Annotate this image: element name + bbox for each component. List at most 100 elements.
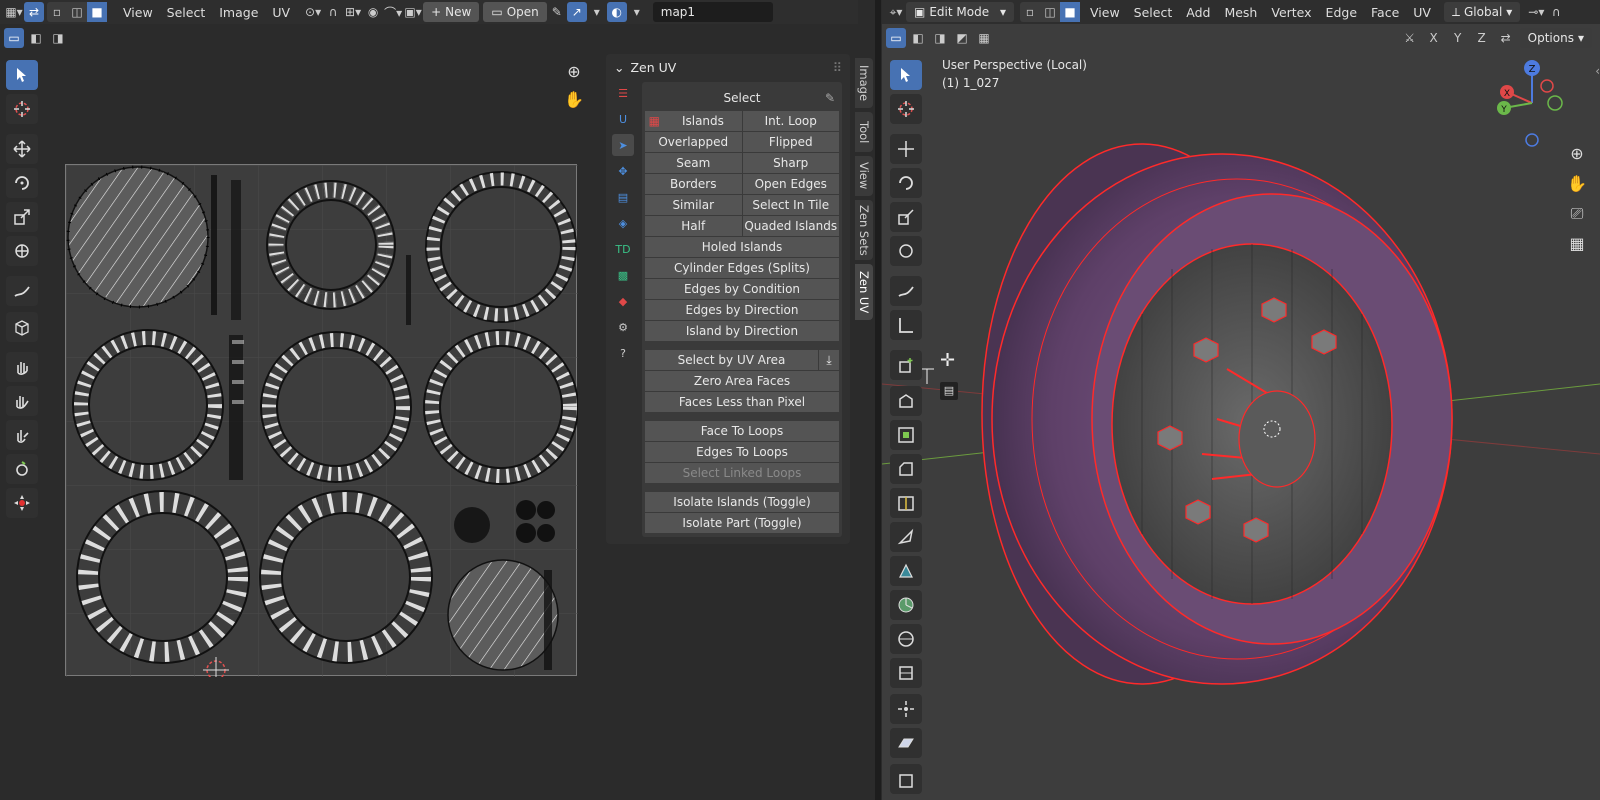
select-mode-new-icon[interactable]: ▭ xyxy=(4,28,24,48)
gizmo-neg-y-axis[interactable] xyxy=(1547,95,1563,111)
uv-sync-icon[interactable]: ⇄ xyxy=(24,2,44,22)
vp-scale-tool[interactable] xyxy=(890,202,922,232)
vp-menu-vertex[interactable]: Vertex xyxy=(1264,5,1318,20)
uv-menu-uv[interactable]: UV xyxy=(265,5,297,20)
pivot-icon[interactable]: ⊙▾ xyxy=(303,2,323,22)
falloff-icon[interactable]: ⌒▾ xyxy=(383,2,403,22)
tab-zen-sets[interactable]: Zen Sets xyxy=(855,200,873,260)
zen-stack-icon[interactable]: ◆ xyxy=(612,290,634,312)
select-seam-button[interactable]: Seam xyxy=(645,153,742,173)
zen-checker-icon[interactable]: ▩ xyxy=(612,264,634,286)
vp-rip-region-tool[interactable] xyxy=(890,764,922,794)
open-image-button[interactable]: ▭ Open xyxy=(483,2,547,22)
pivot-point-icon[interactable]: ⊸▾ xyxy=(1526,2,1546,22)
collapse-chevron-icon[interactable]: ⌄ xyxy=(614,60,624,75)
sidebar-toggle-icon[interactable]: ‹ xyxy=(1595,64,1600,78)
vp-menu-add[interactable]: Add xyxy=(1179,5,1217,20)
vp-menu-view[interactable]: View xyxy=(1083,5,1127,20)
vp-spin-tool[interactable] xyxy=(890,590,922,620)
select-island-by-direction-button[interactable]: Island by Direction xyxy=(645,321,839,341)
edges-to-loops-button[interactable]: Edges To Loops xyxy=(645,442,839,462)
select-mode-extend-icon[interactable]: ◧ xyxy=(26,28,46,48)
select-zero-area-faces-button[interactable]: Zero Area Faces xyxy=(645,371,839,391)
face-to-loops-button[interactable]: Face To Loops xyxy=(645,421,839,441)
select-flipped-button[interactable]: Flipped xyxy=(742,132,839,152)
zen-transform-icon[interactable]: ✥ xyxy=(612,160,634,182)
transform-tool[interactable] xyxy=(6,236,38,266)
select-faces-less-than-pixel-button[interactable]: Faces Less than Pixel xyxy=(645,392,839,412)
vp-select-box-tool[interactable] xyxy=(890,60,922,90)
select-by-uv-area-button[interactable]: Select by UV Area xyxy=(645,350,818,370)
mini-panel-icon[interactable]: ▤ xyxy=(940,382,958,400)
vp-transform-tool[interactable] xyxy=(890,236,922,266)
mode-dropdown[interactable]: ▣ Edit Mode ▾ xyxy=(906,2,1014,22)
rotate-tool[interactable] xyxy=(6,168,38,198)
vp-knife-tool[interactable] xyxy=(890,522,922,552)
vp-add-cube-tool[interactable] xyxy=(890,350,922,380)
new-image-button[interactable]: + New xyxy=(423,2,480,22)
select-holed-islands-button[interactable]: Holed Islands xyxy=(645,237,839,257)
area-divider[interactable] xyxy=(875,0,881,800)
snap-icon[interactable]: ∩ xyxy=(323,2,343,22)
select-linked-loops-button[interactable]: Select Linked Loops xyxy=(645,463,839,483)
select-mode-subtract-icon[interactable]: ◨ xyxy=(48,28,68,48)
select-overlapped-button[interactable]: Overlapped xyxy=(645,132,742,152)
uv-menu-image[interactable]: Image xyxy=(212,5,265,20)
viewport-snap-icon[interactable]: ∩ xyxy=(1546,2,1566,22)
overlays-icon[interactable]: ◐ xyxy=(606,2,627,22)
uv-mapping-icon[interactable]: ↗ xyxy=(566,2,587,22)
select-cylinder-edges-button[interactable]: Cylinder Edges (Splits) xyxy=(645,258,839,278)
tab-image[interactable]: Image xyxy=(855,58,873,108)
select-in-tile-button[interactable]: Select In Tile xyxy=(742,195,839,215)
zen-panel-header[interactable]: ⌄ Zen UV ⠿ xyxy=(606,54,850,80)
zen-select-icon[interactable]: ➤ xyxy=(612,134,634,156)
uv-area-download-icon[interactable]: ⤓ xyxy=(819,350,839,370)
image-browse-icon[interactable]: ▣▾ xyxy=(403,2,423,22)
image-name-field[interactable]: map1 xyxy=(652,2,773,22)
vp-shear-tool[interactable] xyxy=(890,728,922,758)
vp-bevel-tool[interactable] xyxy=(890,454,922,484)
edge-mode-icon[interactable]: ◫ xyxy=(1040,2,1060,22)
vp-loop-cut-tool[interactable] xyxy=(890,488,922,518)
zen-settings-gear-icon[interactable]: ⚙ xyxy=(612,316,634,338)
pinch-tool[interactable] xyxy=(6,420,38,450)
tab-zen-uv[interactable]: Zen UV xyxy=(855,264,873,320)
gizmo-neg-z-axis[interactable] xyxy=(1525,133,1539,147)
annotate-tool[interactable] xyxy=(6,276,38,306)
navigation-gizmo[interactable]: Z X Y xyxy=(1492,58,1572,148)
vp-pan-icon[interactable]: ✋ xyxy=(1566,174,1588,193)
zen-pack-icon[interactable]: ▤ xyxy=(612,186,634,208)
vp-camera-icon[interactable]: ⎚ xyxy=(1566,204,1588,224)
cursor-tool[interactable] xyxy=(6,94,38,124)
zen-uv-tool[interactable] xyxy=(6,488,38,518)
vp-inset-tool[interactable] xyxy=(890,420,922,450)
relax-tool[interactable] xyxy=(6,386,38,416)
tab-tool[interactable]: Tool xyxy=(855,112,873,152)
vp-ortho-grid-icon[interactable]: ▦ xyxy=(1566,234,1588,253)
proportional-icon[interactable]: ◉ xyxy=(363,2,383,22)
isolate-part-toggle-button[interactable]: Isolate Part (Toggle) xyxy=(645,513,839,533)
vp-menu-edge[interactable]: Edge xyxy=(1319,5,1364,20)
select-half-button[interactable]: Half xyxy=(645,216,742,236)
rip-tool[interactable] xyxy=(6,312,38,342)
orientation-dropdown[interactable]: ⟂ Global ▾ xyxy=(1443,2,1521,22)
pin-icon[interactable]: ✎ xyxy=(825,91,835,105)
zen-layers-icon[interactable]: ◈ xyxy=(612,212,634,234)
gizmo-neg-x-axis[interactable] xyxy=(1540,79,1554,93)
select-open-edges-button[interactable]: Open Edges xyxy=(742,174,839,194)
face-mode-icon[interactable]: ■ xyxy=(1060,2,1080,22)
zoom-icon[interactable]: ⊕ xyxy=(562,62,586,86)
select-edges-by-direction-button[interactable]: Edges by Direction xyxy=(645,300,839,320)
select-int-loop-button[interactable]: Int. Loop xyxy=(742,111,839,131)
drag-handle-icon[interactable]: ⠿ xyxy=(833,60,842,75)
3d-viewport[interactable]: ▭ ◧ ◨ ◩ ▦ ⚔ X Y Z ⇄ Options ▾ User Persp… xyxy=(882,24,1600,800)
face-select-icon[interactable]: ■ xyxy=(87,2,107,22)
uv-canvas[interactable] xyxy=(65,164,579,683)
uv-menu-view[interactable]: View xyxy=(116,5,160,20)
pan-icon[interactable]: ✋ xyxy=(562,90,586,114)
select-quaded-islands-button[interactable]: Quaded Islands xyxy=(742,216,839,236)
vp-cursor-tool[interactable] xyxy=(890,94,922,124)
scale-tool[interactable] xyxy=(6,202,38,232)
viewport-editor-type-icon[interactable]: ⌖▾ xyxy=(886,2,906,22)
select-box-tool[interactable] xyxy=(6,60,38,90)
